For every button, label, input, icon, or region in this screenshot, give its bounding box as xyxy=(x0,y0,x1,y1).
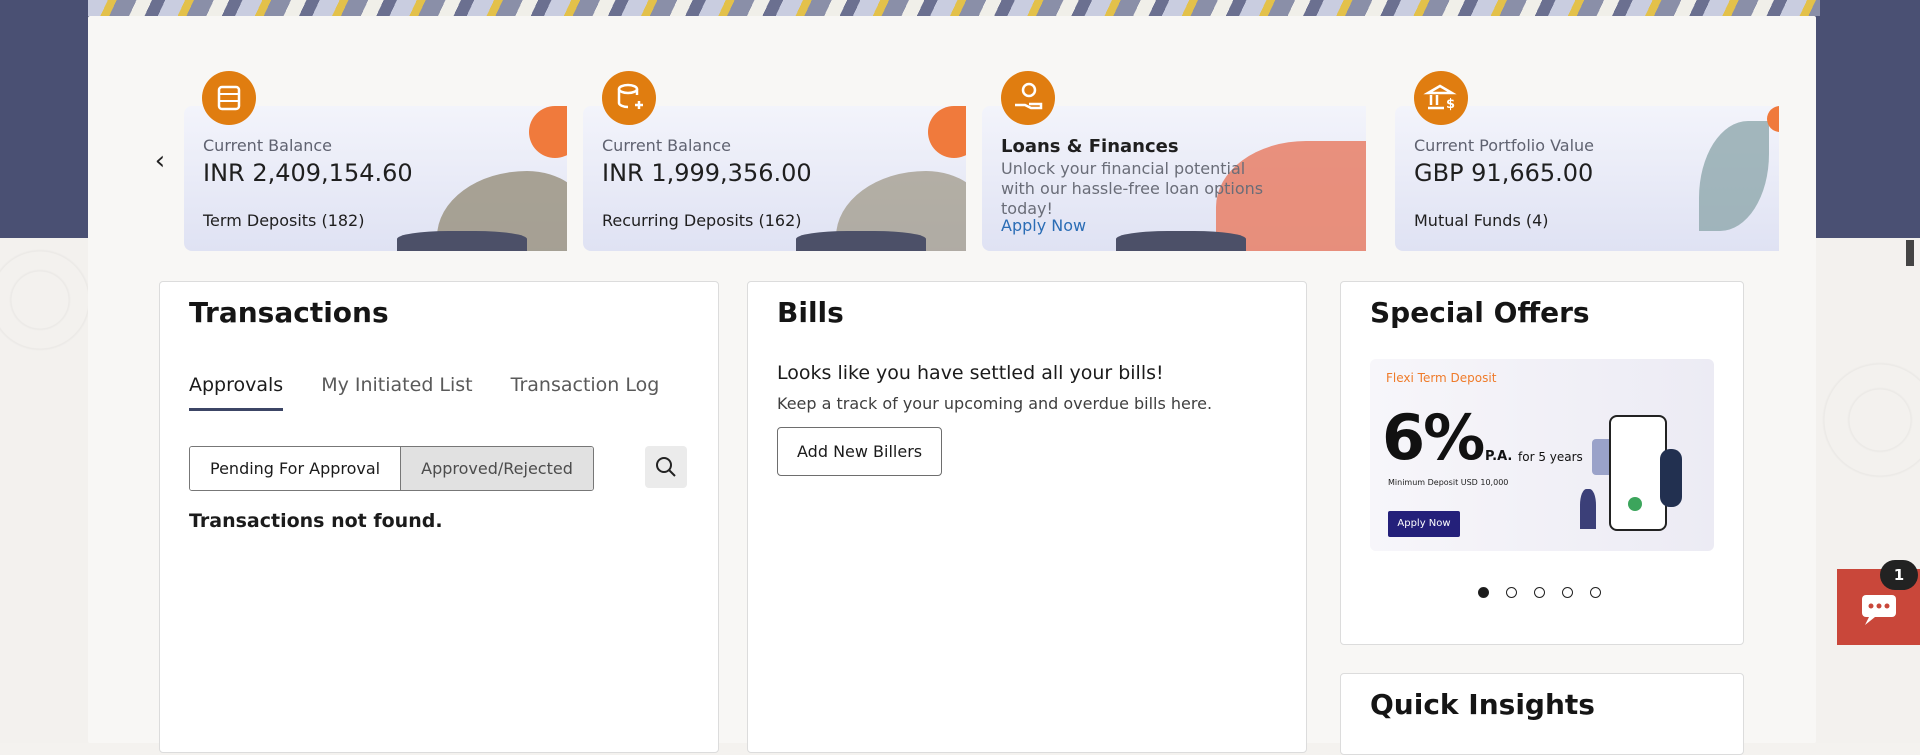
card-value: GBP 91,665.00 xyxy=(1414,159,1594,187)
offer-banner[interactable]: Flexi Term Deposit 6% P.A. for 5 years M… xyxy=(1370,359,1714,551)
card-label: Current Balance xyxy=(203,136,332,155)
plant-illustration xyxy=(1580,489,1596,529)
summary-card-term-deposits[interactable]: Current Balance INR 2,409,154.60 Term De… xyxy=(184,106,567,251)
card-value: INR 1,999,356.00 xyxy=(602,159,812,187)
summary-card-loans[interactable]: Loans & Finances Unlock your financial p… xyxy=(982,106,1366,251)
card-decoration xyxy=(529,106,567,158)
offer-rate: 6% xyxy=(1382,401,1485,474)
summary-card-mutual-funds[interactable]: Current Portfolio Value GBP 91,665.00 Mu… xyxy=(1395,106,1779,251)
person-illustration xyxy=(1660,449,1682,507)
panel-title: Bills xyxy=(777,296,844,329)
pagination-dot[interactable] xyxy=(1506,587,1517,598)
bills-headline: Looks like you have settled all your bil… xyxy=(777,362,1164,384)
offer-min-deposit: Minimum Deposit USD 10,000 xyxy=(1388,478,1509,487)
card-decoration xyxy=(1116,231,1246,251)
pagination-dot[interactable] xyxy=(1478,587,1489,598)
card-footer: Mutual Funds (4) xyxy=(1414,211,1549,230)
panel-title: Special Offers xyxy=(1370,296,1590,329)
phone-illustration xyxy=(1609,415,1667,531)
search-button[interactable] xyxy=(645,446,687,488)
scrollbar-thumb[interactable] xyxy=(1906,240,1914,266)
chevron-left-icon: ‹ xyxy=(154,146,166,176)
tab-my-initiated-list[interactable]: My Initiated List xyxy=(321,374,472,411)
svg-text:$: $ xyxy=(1446,97,1455,112)
offer-product: Flexi Term Deposit xyxy=(1386,371,1497,385)
bank-dollar-icon: $ xyxy=(1414,71,1468,125)
search-icon xyxy=(656,457,676,477)
add-new-billers-button[interactable]: Add New Billers xyxy=(777,427,943,476)
card-decoration xyxy=(796,231,926,251)
bills-subtext: Keep a track of your upcoming and overdu… xyxy=(777,394,1213,413)
offer-rate-suffix: P.A. xyxy=(1485,449,1513,464)
panel-title: Transactions xyxy=(189,296,389,329)
card-decoration xyxy=(397,231,527,251)
carousel-prev-button[interactable]: ‹ xyxy=(150,148,170,176)
card-label: Current Portfolio Value xyxy=(1414,136,1595,155)
empty-transactions-message: Transactions not found. xyxy=(189,510,443,532)
offer-apply-button[interactable]: Apply Now xyxy=(1388,511,1460,537)
chat-notification-badge: 1 xyxy=(1880,560,1918,590)
coins-plus-icon xyxy=(602,71,656,125)
summary-card-recurring-deposits[interactable]: Current Balance INR 1,999,356.00 Recurri… xyxy=(583,106,966,251)
offer-term: for 5 years xyxy=(1518,450,1583,464)
approved-rejected-button[interactable]: Approved/Rejected xyxy=(400,447,593,490)
bills-panel: Bills Looks like you have settled all yo… xyxy=(747,281,1307,753)
card-description: Unlock your financial potential with our… xyxy=(1001,159,1264,218)
apply-now-link[interactable]: Apply Now xyxy=(1001,216,1086,235)
pagination-dot[interactable] xyxy=(1590,587,1601,598)
card-decoration xyxy=(928,106,966,158)
card-footer: Term Deposits (182) xyxy=(203,211,365,230)
tab-transaction-log[interactable]: Transaction Log xyxy=(511,374,660,411)
pagination-dot[interactable] xyxy=(1562,587,1573,598)
offer-pagination xyxy=(1478,587,1601,598)
pending-for-approval-button[interactable]: Pending For Approval xyxy=(190,447,401,490)
panel-title: Quick Insights xyxy=(1370,688,1595,721)
check-icon xyxy=(1628,497,1642,511)
pagination-dot[interactable] xyxy=(1534,587,1545,598)
approval-status-toggle: Pending For Approval Approved/Rejected xyxy=(189,446,594,491)
card-title: Loans & Finances xyxy=(1001,136,1179,157)
card-footer: Recurring Deposits (162) xyxy=(602,211,802,230)
card-value: INR 2,409,154.60 xyxy=(203,159,413,187)
card-decoration xyxy=(1699,121,1769,231)
coins-stack-icon xyxy=(202,71,256,125)
transactions-tabs: Approvals My Initiated List Transaction … xyxy=(189,374,659,411)
hand-coin-icon xyxy=(1001,71,1055,125)
special-offers-panel: Special Offers Flexi Term Deposit 6% P.A… xyxy=(1340,281,1744,645)
tab-approvals[interactable]: Approvals xyxy=(189,374,284,411)
card-label: Current Balance xyxy=(602,136,731,155)
transactions-panel: Transactions Approvals My Initiated List… xyxy=(159,281,719,753)
hero-pattern xyxy=(88,0,1820,16)
